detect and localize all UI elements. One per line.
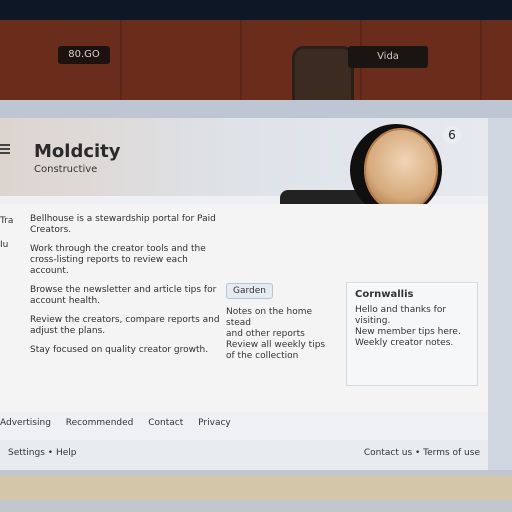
content-paragraph: Browse the newsletter and article tips f… [30, 285, 217, 306]
profile-badge[interactable]: 6 [443, 126, 461, 144]
bottom-link[interactable]: Privacy [198, 418, 231, 428]
brand-subtitle: Constructive [34, 164, 98, 175]
monitor-bezel [0, 100, 512, 118]
shelf-label-right: Vida [348, 46, 428, 68]
page-header: Moldcity Constructive 6 [0, 118, 488, 216]
middle-line: Notes on the home stead [226, 307, 313, 328]
main-column: Bellhouse is a stewardship portal for Pa… [30, 214, 220, 364]
panel-line: New member tips here. [355, 327, 461, 337]
side-panel: Cornwallis Hello and thanks for visiting… [346, 282, 478, 386]
panel-body: Hello and thanks for visiting. New membe… [355, 305, 469, 349]
screenshot-frame: 80.GO Vida Moldcity Constructive 6 Tra I… [0, 0, 512, 512]
bottom-link[interactable]: Contact [148, 418, 183, 428]
content-paragraph: Stay focused on quality creator growth. [30, 345, 209, 355]
middle-line: Review all weekly tips [226, 340, 326, 350]
desk-surface [0, 476, 512, 500]
content-paragraph: Review the creators, compare reports and… [30, 315, 220, 336]
background-shelf: 80.GO Vida [0, 20, 512, 116]
panel-line: Hello and thanks for visiting. [355, 305, 447, 326]
bottom-link[interactable]: Advertising [0, 418, 51, 428]
monitor: Moldcity Constructive 6 Tra Iu Bellhouse… [0, 100, 512, 512]
top-bar [0, 0, 512, 20]
shelf-label-left: 80.GO [58, 46, 110, 64]
bottom-links: Advertising Recommended Contact Privacy [0, 418, 243, 428]
category-pill[interactable]: Garden [226, 283, 273, 299]
middle-column: Garden Notes on the home stead and other… [226, 278, 338, 362]
bottom-links-strip: Advertising Recommended Contact Privacy [0, 412, 488, 440]
middle-line: of the collection [226, 351, 299, 361]
footer-right[interactable]: Contact us • Terms of use [364, 448, 480, 458]
middle-line: and other reports [226, 329, 305, 339]
profile-card[interactable]: 6 [280, 124, 482, 216]
panel-line: Weekly creator notes. [355, 338, 454, 348]
content-paragraph: Bellhouse is a stewardship portal for Pa… [30, 214, 216, 235]
content-paragraph: Work through the creator tools and the c… [30, 244, 206, 276]
profile-photo [364, 128, 438, 212]
brand-title: Moldcity [34, 141, 121, 162]
hamburger-icon[interactable] [0, 144, 10, 154]
middle-lines: Notes on the home stead and other report… [226, 307, 338, 362]
left-rail-item[interactable]: Iu [0, 240, 22, 250]
browser-screen: Moldcity Constructive 6 Tra Iu Bellhouse… [0, 118, 491, 470]
panel-title: Cornwallis [355, 289, 414, 300]
left-rail-item[interactable]: Tra [0, 216, 22, 226]
left-rail: Tra Iu [0, 216, 22, 264]
bottom-link[interactable]: Recommended [66, 418, 134, 428]
monitor-right-edge [488, 118, 512, 470]
monitor-bottom [0, 470, 512, 512]
footer-bar: Settings • Help Contact us • Terms of us… [0, 440, 488, 470]
footer-left[interactable]: Settings • Help [8, 448, 76, 458]
brand[interactable]: Moldcity Constructive [34, 142, 174, 176]
page-content: Tra Iu Bellhouse is a stewardship portal… [0, 204, 488, 470]
